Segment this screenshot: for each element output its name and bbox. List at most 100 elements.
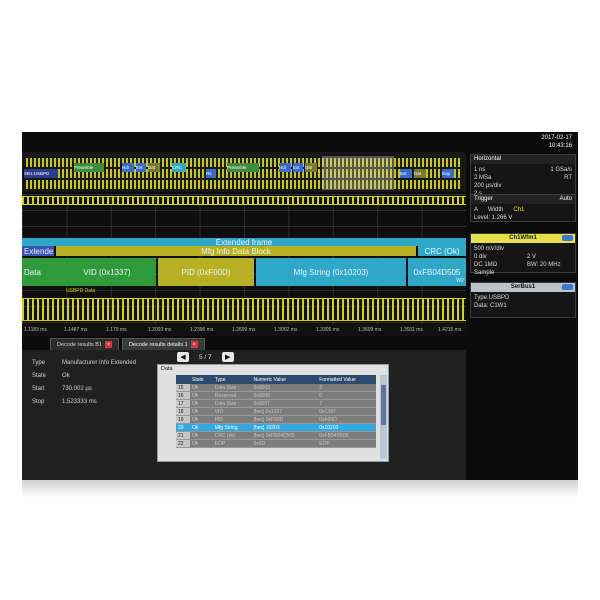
channel-toggle-icon[interactable] xyxy=(562,235,573,241)
cell-type: EOP xyxy=(212,439,252,448)
table-row[interactable]: 15 Ok Data Size 0x0003 3 xyxy=(176,384,376,392)
time-tick: 1.3609 ms xyxy=(358,327,382,333)
cell-numeric: [hex] 0x1337 xyxy=(251,407,318,416)
decode-crc-tag[interactable]: CRC (Ok) xyxy=(418,246,466,256)
cell-state: Ok xyxy=(190,439,213,448)
trigger-level: Level: 1.266 V xyxy=(474,215,513,221)
decode-data-block[interactable]: Mfg Info Data Block xyxy=(56,246,416,256)
data-table-panel: Data State Type Numeric Value Formatted … xyxy=(157,364,389,462)
waveform-high-line xyxy=(22,196,466,197)
close-icon[interactable]: × xyxy=(104,341,112,348)
tab-label: Decode results B1 xyxy=(57,341,102,348)
decode-extended-tag[interactable]: Extende xyxy=(22,246,54,256)
tab-decode-results[interactable]: Decode results B1 × xyxy=(50,338,119,350)
time-tick: 1.3305 ms xyxy=(316,327,340,333)
serbus-title: SerBus1 xyxy=(510,284,536,290)
overview-segment: Hdr xyxy=(279,163,291,172)
column-header[interactable] xyxy=(176,375,190,384)
cell-type: Mfg String xyxy=(212,423,252,432)
table-row-selected[interactable]: 20 Ok Mfg String [hex] 10203 0x10203 xyxy=(176,423,376,432)
serbus-panel[interactable]: SerBus1 Type:USBPD Data: C1W1 xyxy=(470,282,576,318)
date-text: 2017-02-17 xyxy=(541,135,572,141)
channel-position: 0 div xyxy=(474,254,487,260)
tab-decode-details[interactable]: Decode results details 1 × xyxy=(121,338,205,350)
info-key-stop: Stop xyxy=(32,399,45,405)
time-tick: 1.2396 ms xyxy=(190,327,214,333)
channel-acq-mode: Sample xyxy=(474,270,495,276)
row-index: 15 xyxy=(176,384,190,392)
h-sample-rate: 1 GSa/s xyxy=(550,167,572,173)
overview-strip[interactable]: SB1:USBPD Preamble Hdr Ext Dat CRC Rx Pr… xyxy=(22,152,466,192)
table-row[interactable]: 17 Ok Data Size 0x0007 7 xyxy=(176,399,376,408)
next-frame-button[interactable]: ▶ xyxy=(221,352,234,362)
data-table: State Type Numeric Value Formatted Value… xyxy=(176,375,376,448)
overview-segment: Eop xyxy=(442,169,454,178)
time-tick: 1.2699 ms xyxy=(232,327,256,333)
table-row[interactable]: 22 Ok EOP 0x0D EOP xyxy=(176,439,376,448)
serbus-toggle-icon[interactable] xyxy=(562,284,573,290)
column-header[interactable]: Formatted Value xyxy=(317,375,376,384)
decode-layer[interactable]: Extended frame Extende Mfg Info Data Blo… xyxy=(22,238,466,294)
cell-formatted: 3 xyxy=(317,384,376,392)
channel-panel[interactable]: Ch1Wfm1 500 mV/div 0 div 2 V DC 1MΩ BW: 20… xyxy=(470,233,576,276)
serbus-data: Data: C1W1 xyxy=(474,303,507,309)
column-header[interactable]: Numeric Value xyxy=(251,375,318,384)
table-row[interactable]: 19 Ok PID [hex] 0xF00D 0xF00D xyxy=(176,415,376,424)
decode-lane-label: USBPD Data xyxy=(66,288,96,294)
overview-segment: Preamble xyxy=(227,163,259,172)
decode-field-pid[interactable]: PID (0xF00D) xyxy=(158,258,254,286)
trigger-panel[interactable]: Trigger Auto A Width Ch1 Level: 1.266 V xyxy=(470,194,576,222)
time-text: 10:43:16 xyxy=(548,143,572,149)
row-index: 19 xyxy=(176,415,190,424)
info-value-start: 730.002 µs xyxy=(62,386,92,392)
overview-segment: Ext xyxy=(136,163,146,172)
cell-numeric: [hex] 10203 xyxy=(251,423,318,432)
decode-extended-frame[interactable]: Extended frame xyxy=(22,238,466,246)
previous-frame-button[interactable]: ◀ xyxy=(177,352,189,362)
cell-formatted: EOP xyxy=(317,439,376,448)
decode-field-vid[interactable]: VID (0x1337) xyxy=(58,258,156,286)
time-axis: 1.1183 ms 1.1487 ms 1.179 ms 1.2093 ms 1… xyxy=(22,324,466,336)
column-header[interactable]: Type xyxy=(212,375,252,384)
scrollbar-thumb[interactable] xyxy=(381,385,386,425)
overview-zoom-window[interactable] xyxy=(322,156,394,190)
channel-offset: 2 V xyxy=(527,254,537,260)
channel-title: Ch1Wfm1 xyxy=(509,235,537,241)
h-record-length: 2 MSa xyxy=(474,175,492,181)
trigger-mode[interactable]: Auto xyxy=(560,195,572,204)
cell-numeric: [hex] 0xFB04D505 xyxy=(251,431,318,440)
pager-text: 5 / 7 xyxy=(199,353,212,361)
table-scrollbar[interactable] xyxy=(380,375,387,459)
frame-pager: ◀ 5 / 7 ▶ xyxy=(177,352,234,362)
row-index: 16 xyxy=(176,391,190,400)
datetime-display: 2017-02-17 10:43:16 xyxy=(541,134,572,150)
serbus-type: Type:USBPD xyxy=(474,295,510,301)
cell-numeric: 0x0007 xyxy=(251,399,318,408)
cell-state: Ok xyxy=(190,431,213,440)
waveform-ch1-lower xyxy=(22,298,466,320)
time-tick: 1.1487 ms xyxy=(64,327,88,333)
time-tick: 1.1183 ms xyxy=(24,327,47,333)
table-row[interactable]: 16 Ok Reserved 0x0000 0 xyxy=(176,391,376,400)
cell-type: Reserved xyxy=(212,391,252,400)
cell-formatted: 7 xyxy=(317,399,376,408)
tab-label: Decode results details 1 xyxy=(128,341,188,348)
decode-field-mfg-string[interactable]: Mfg String (0x10203) xyxy=(256,258,406,286)
column-header[interactable]: State xyxy=(190,375,213,384)
cell-state: Ok xyxy=(190,384,213,392)
table-row[interactable]: 18 Ok VID [hex] 0x1337 0x1337 xyxy=(176,407,376,416)
info-value-state: Ok xyxy=(62,373,70,379)
horizontal-panel[interactable]: Horizontal 1 ns 1 GSa/s 2 MSa RT 200 µs/di… xyxy=(470,154,576,197)
time-tick: 1.3002 ms xyxy=(274,327,298,333)
row-index: 21 xyxy=(176,431,190,440)
close-icon[interactable]: × xyxy=(190,341,198,348)
cell-type: VID xyxy=(212,407,252,416)
row-index: 22 xyxy=(176,439,190,448)
decode-data-tag[interactable]: Data xyxy=(22,258,58,286)
cell-numeric: 0x0000 xyxy=(251,391,318,400)
waveform-grid[interactable]: Extended frame Extende Mfg Info Data Blo… xyxy=(22,194,466,324)
channel-coupling: DC 1MΩ xyxy=(474,262,498,268)
overview-segment: Rx xyxy=(206,169,216,178)
trigger-title-bar: Trigger Auto xyxy=(471,195,575,204)
table-row[interactable]: 21 Ok CRC (ok) [hex] 0xFB04D505 0xFB04D505 xyxy=(176,431,376,440)
